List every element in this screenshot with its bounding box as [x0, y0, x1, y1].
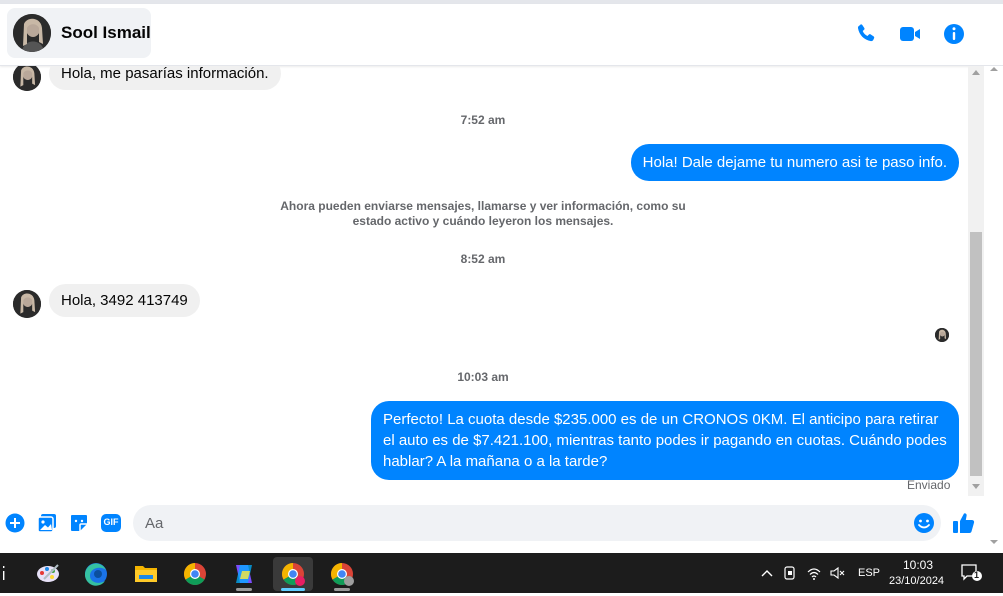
outgoing-message[interactable]: Hola! Dale dejame tu numero asi te paso …: [630, 144, 959, 181]
phone-icon[interactable]: [854, 22, 878, 46]
chrome-icon[interactable]: [175, 557, 215, 591]
active-indicator: [281, 588, 305, 591]
chevron-up-icon[interactable]: [759, 565, 775, 581]
message-input[interactable]: [145, 505, 905, 541]
gif-label: GIF: [103, 517, 119, 527]
clock-time[interactable]: 10:03: [903, 558, 933, 572]
thumbs-up-icon[interactable]: [952, 511, 976, 535]
page-right-edge: [984, 66, 1003, 553]
copilot-icon[interactable]: [224, 557, 264, 591]
chat-header: Sool Ismail: [0, 4, 1003, 66]
scroll-down-arrow-icon[interactable]: [972, 484, 980, 489]
timestamp: 8:52 am: [460, 252, 506, 266]
notifications-icon[interactable]: 1: [961, 564, 983, 582]
seen-avatar: [935, 328, 949, 342]
sticker-icon[interactable]: [69, 513, 89, 533]
running-indicator: [334, 588, 350, 591]
timestamp: 10:03 am: [457, 370, 509, 384]
messenger-window: Sool Ismail Hola, me pasarías informació…: [0, 0, 1003, 553]
paint-icon[interactable]: [28, 557, 68, 591]
edge-icon[interactable]: [76, 557, 116, 591]
plus-icon[interactable]: [5, 513, 25, 533]
contact-avatar-small: [13, 290, 41, 318]
chrome-profile-c-icon[interactable]: [273, 557, 313, 591]
input-language[interactable]: ESP: [858, 567, 880, 579]
contact-button[interactable]: Sool Ismail: [7, 8, 151, 58]
info-icon[interactable]: [942, 22, 966, 46]
scroll-thumb[interactable]: [970, 232, 982, 476]
scrollbar[interactable]: [968, 66, 984, 496]
outgoing-message[interactable]: Perfecto! La cuota desde $235.000 es de …: [371, 401, 959, 480]
gif-icon[interactable]: GIF: [101, 513, 121, 533]
scroll-up-arrow-icon[interactable]: [972, 70, 980, 75]
emoji-icon[interactable]: [913, 512, 935, 534]
running-indicator: [236, 588, 252, 591]
timestamp: 7:52 am: [460, 113, 506, 127]
message-input-container: [133, 505, 941, 541]
taskbar-handle: [2, 566, 5, 580]
volume-muted-icon[interactable]: [829, 565, 845, 581]
incoming-message[interactable]: Hola, 3492 413749: [49, 284, 200, 317]
contact-avatar-small: [13, 66, 41, 91]
clock-date[interactable]: 23/10/2024: [889, 575, 944, 587]
meet-now-icon[interactable]: [782, 565, 798, 581]
contact-name: Sool Ismail: [61, 23, 151, 42]
image-icon[interactable]: [37, 513, 57, 533]
composer-bar: GIF: [0, 496, 1003, 553]
message-thread: Hola, me pasarías información. 7:52 am H…: [0, 66, 968, 496]
file-explorer-icon[interactable]: [126, 557, 166, 591]
contact-avatar: [13, 14, 51, 52]
windows-taskbar: ESP 10:03 23/10/2024 1: [0, 553, 1003, 593]
video-camera-icon[interactable]: [898, 22, 922, 46]
incoming-message[interactable]: Hola, me pasarías información.: [49, 66, 281, 90]
delivery-status: Enviado: [907, 478, 951, 492]
wifi-icon[interactable]: [806, 565, 822, 581]
system-message: Ahora pueden enviarse mensajes, llamarse…: [280, 199, 686, 228]
chrome-profile-2-icon[interactable]: [322, 557, 362, 591]
notification-count: 1: [974, 570, 980, 580]
